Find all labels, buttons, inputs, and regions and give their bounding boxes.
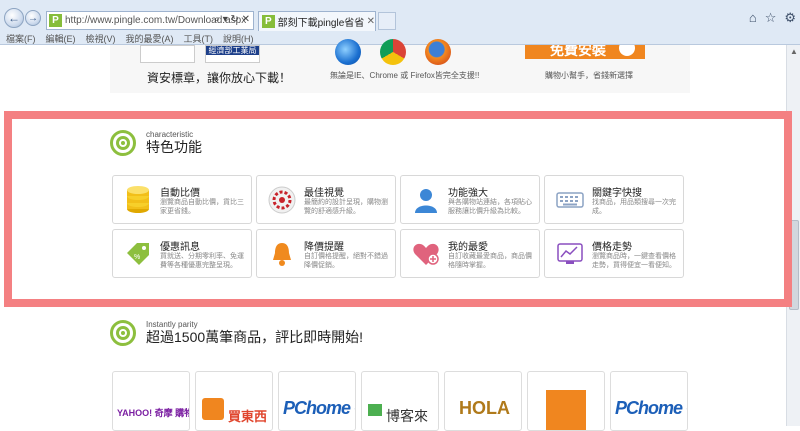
favorites-star-icon[interactable]: ☆	[765, 10, 777, 26]
settings-gear-icon[interactable]: ⚙	[784, 10, 796, 26]
shopping-bag-icon	[202, 398, 224, 420]
install-label: 免費安裝	[550, 45, 606, 58]
scroll-up-icon[interactable]: ▲	[787, 45, 800, 59]
free-install-button[interactable]: 免費安裝	[525, 45, 645, 59]
section-subtitle: Instantly parity	[146, 320, 198, 329]
brand-label: YAHOO! 奇摩 購物中心	[117, 408, 189, 418]
forward-button[interactable]: →	[25, 10, 41, 26]
menu-file[interactable]: 檔案(F)	[6, 33, 36, 45]
browser-chrome: ← → P http://www.pingle.com.tw/Download.…	[0, 0, 800, 45]
install-caption: 購物小幫手，省錢新選擇	[545, 71, 633, 80]
brand-card[interactable]	[527, 371, 605, 431]
security-seal-logo	[140, 45, 195, 63]
new-tab-button[interactable]	[378, 12, 396, 30]
forward-arrow-icon: →	[28, 12, 38, 24]
security-caption: 資安標章，讓你放心下載！	[147, 71, 292, 85]
chrome-logo-icon	[380, 39, 406, 65]
address-search-icon[interactable]: ⌕ ▾ ↻ ✕	[214, 14, 250, 25]
brand-card[interactable]: HOLA	[444, 371, 522, 431]
address-bar[interactable]: P http://www.pingle.com.tw/Download.aspx…	[46, 11, 254, 30]
brand-label: HOLA	[459, 398, 510, 418]
instantly-heading: Instantly parity 超過1500萬筆商品，評比即時開始!	[110, 320, 363, 346]
brand-strip: YAHOO! 奇摩 購物中心 買東西 PChome ONLINE 博客來 HOL…	[112, 371, 690, 431]
target-icon	[110, 320, 136, 346]
ie-logo-icon	[335, 39, 361, 65]
highlight-frame	[4, 111, 792, 307]
menu-favorites[interactable]: 我的最愛(A)	[126, 33, 174, 45]
back-arrow-icon: ←	[8, 11, 20, 25]
security-seals: 經濟部工業局	[140, 45, 260, 65]
tab-title: 部刻下載pingle省省吧 | pi...	[277, 18, 365, 29]
firefox-logo-icon	[425, 39, 451, 65]
download-banner: 經濟部工業局 資安標章，讓你放心下載！ 無論是IE、Chrome 或 Firef…	[110, 39, 690, 93]
browser-tab[interactable]: P 部刻下載pingle省省吧 | pi... ✕	[258, 11, 376, 31]
browsers-caption: 無論是IE、Chrome 或 Firefox皆完全支援!!	[330, 71, 480, 80]
ministry-seal-logo: 經濟部工業局	[205, 45, 260, 63]
brand-label: PChome ONLINE	[615, 398, 687, 418]
brand-card[interactable]: PChome ONLINE	[610, 371, 688, 431]
menu-help[interactable]: 說明(H)	[223, 33, 254, 45]
home-icon[interactable]: ⌂	[749, 10, 757, 26]
menu-tools[interactable]: 工具(T)	[184, 33, 214, 45]
menu-edit[interactable]: 編輯(E)	[46, 33, 76, 45]
brand-card[interactable]: 買東西	[195, 371, 273, 431]
brand-logo-block	[546, 390, 586, 430]
install-arrow-icon	[619, 45, 635, 56]
menu-view[interactable]: 檢視(V)	[86, 33, 116, 45]
tab-favicon-icon: P	[262, 15, 275, 28]
window-controls: ⌂ ☆ ⚙	[749, 10, 796, 26]
back-button[interactable]: ←	[4, 8, 24, 28]
brand-label: PChome ONLINE	[283, 398, 355, 418]
brand-card[interactable]: YAHOO! 奇摩 購物中心	[112, 371, 190, 431]
site-favicon-icon: P	[49, 14, 62, 27]
brand-label: 博客來	[386, 408, 428, 424]
section-title: 超過1500萬筆商品，評比即時開始!	[146, 329, 364, 345]
brand-card[interactable]: 博客來	[361, 371, 439, 431]
books-icon	[368, 404, 382, 416]
browser-logos	[335, 39, 455, 65]
tab-close-icon[interactable]: ✕	[367, 16, 375, 27]
brand-card[interactable]: PChome ONLINE	[278, 371, 356, 431]
brand-label: 買東西	[228, 409, 268, 424]
seal-text: 經濟部工業局	[206, 46, 259, 55]
